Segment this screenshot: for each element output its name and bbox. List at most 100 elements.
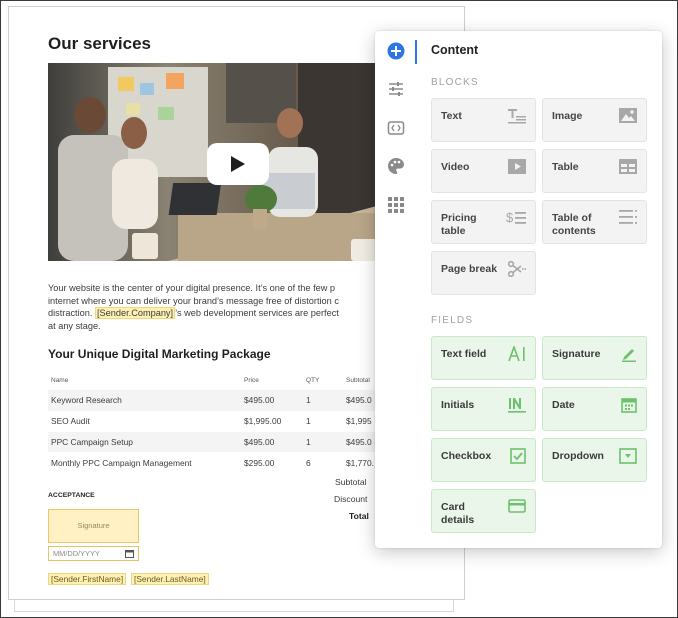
content-panel: Content BLOCKS Text Image Video Table Pr…	[375, 31, 662, 548]
field-card-details[interactable]: Card details	[431, 489, 536, 533]
panel-title: Content	[431, 43, 479, 57]
cell-name: SEO Audit	[51, 416, 90, 427]
table-icon	[619, 159, 637, 174]
tile-label: Initials	[441, 399, 475, 411]
dropdown-icon	[619, 448, 637, 464]
cell-price: $295.00	[244, 457, 275, 468]
page-title[interactable]: Our services	[48, 34, 151, 54]
table-row[interactable]: SEO Audit $1,995.00 1 $1,995	[48, 411, 388, 432]
paragraph-text: distraction.	[48, 308, 95, 319]
tile-label: Page break	[441, 263, 498, 275]
rail-settings[interactable]	[385, 78, 407, 100]
blocks-section-label: BLOCKS	[431, 77, 479, 88]
block-text[interactable]: Text	[431, 98, 536, 142]
signature-field[interactable]: Signature	[48, 509, 139, 543]
page-break-icon	[508, 261, 526, 277]
text-icon	[508, 109, 526, 124]
tile-label: Dropdown	[552, 450, 604, 462]
paragraph-line: at any stage.	[48, 320, 101, 331]
cell-name: Keyword Research	[48, 390, 244, 411]
summary-total-label: Total	[349, 511, 369, 521]
tile-label: Image	[552, 110, 583, 122]
date-field[interactable]: MM/DD/YYYY	[48, 546, 139, 561]
field-date[interactable]: Date	[542, 387, 647, 431]
summary-discount-label: Discount	[334, 494, 368, 504]
intro-paragraph[interactable]: Your website is the center of your digit…	[48, 282, 388, 332]
block-page-break[interactable]: Page break	[431, 251, 536, 295]
checkbox-icon	[510, 448, 526, 464]
sliders-icon	[389, 82, 403, 96]
pricing-table[interactable]: Name Price QTY Subtotal Keyword Research…	[48, 370, 388, 473]
rail-theme[interactable]	[385, 155, 407, 177]
field-checkbox[interactable]: Checkbox	[431, 438, 536, 482]
tile-label: Checkbox	[441, 450, 492, 462]
paragraph-text: ’s web development services are perfect	[175, 308, 339, 319]
summary-subtotal-label: Subtotal	[335, 477, 367, 487]
paragraph-line: internet where you can deliver your bran…	[48, 295, 339, 306]
sender-firstname-token[interactable]: [Sender.FirstName]	[48, 573, 127, 585]
field-signature[interactable]: Signature	[542, 336, 647, 380]
cell-price: $495.00	[244, 390, 306, 411]
sender-lastname-token[interactable]: [Sender.LastName]	[131, 573, 209, 585]
table-row[interactable]: Monthly PPC Campaign Management $295.00 …	[48, 452, 388, 473]
video-icon	[508, 159, 526, 174]
fields-section-label: FIELDS	[431, 315, 474, 326]
tile-label: Table	[552, 161, 579, 173]
tile-label: Text field	[441, 348, 487, 360]
calendar-icon	[621, 398, 637, 413]
image-icon	[619, 108, 637, 123]
palette-icon	[388, 158, 404, 174]
play-button[interactable]	[207, 143, 269, 185]
calendar-icon	[125, 550, 134, 558]
paragraph-line: distraction. [Sender.Company]’s web deve…	[48, 307, 388, 320]
block-image[interactable]: Image	[542, 98, 647, 142]
tile-label: Pricing table	[441, 212, 477, 237]
add-icon	[387, 42, 405, 60]
table-of-contents-icon	[619, 210, 637, 224]
table-row[interactable]: Keyword Research $495.00 1 $495.0	[48, 390, 388, 411]
signature-pen-icon	[622, 349, 636, 362]
paragraph-line: Your website is the center of your digit…	[48, 283, 336, 293]
card-icon	[508, 499, 526, 513]
block-video[interactable]: Video	[431, 149, 536, 193]
block-table[interactable]: Table	[542, 149, 647, 193]
tile-label: Date	[552, 399, 575, 411]
cell-name: Monthly PPC Campaign Management	[51, 457, 192, 468]
block-pricing-table[interactable]: Pricing table $	[431, 200, 536, 244]
column-header-qty: QTY	[306, 376, 320, 384]
cell-price: $495.00	[244, 431, 306, 453]
field-dropdown[interactable]: Dropdown	[542, 438, 647, 482]
rail-active-indicator	[415, 40, 417, 64]
tile-label: Video	[441, 161, 470, 173]
column-header-name: Name	[51, 376, 69, 384]
rail-apps[interactable]	[385, 194, 407, 216]
rail-embed[interactable]	[385, 117, 407, 139]
svg-text:$: $	[506, 210, 514, 225]
sender-company-token[interactable]: [Sender.Company]	[94, 307, 176, 320]
package-heading[interactable]: Your Unique Digital Marketing Package	[48, 347, 271, 361]
cell-qty: 1	[306, 416, 311, 427]
cell-qty: 6	[306, 457, 311, 468]
text-field-icon	[508, 346, 525, 362]
tile-label: Signature	[552, 348, 601, 360]
tile-label: Table of contents	[552, 212, 596, 237]
table-row[interactable]: PPC Campaign Setup $495.00 1 $495.0	[48, 431, 388, 453]
panel-sidebar	[375, 31, 418, 548]
acceptance-heading: ACCEPTANCE	[48, 492, 95, 499]
block-table-of-contents[interactable]: Table of contents	[542, 200, 647, 244]
date-placeholder: MM/DD/YYYY	[53, 549, 100, 558]
tile-label: Text	[441, 110, 462, 122]
cell-price: $1,995.00	[244, 416, 282, 427]
initials-icon	[508, 397, 526, 413]
play-icon	[231, 156, 245, 172]
field-initials[interactable]: Initials	[431, 387, 536, 431]
rail-add[interactable]	[385, 40, 407, 62]
embed-icon	[387, 121, 405, 135]
cell-qty: 1	[306, 390, 346, 411]
cell-qty: 1	[306, 431, 346, 453]
apps-grid-icon	[388, 197, 404, 213]
column-header-price: Price	[244, 376, 259, 384]
video-thumbnail[interactable]	[48, 63, 388, 261]
tile-label: Card details	[441, 501, 475, 526]
field-text-field[interactable]: Text field	[431, 336, 536, 380]
